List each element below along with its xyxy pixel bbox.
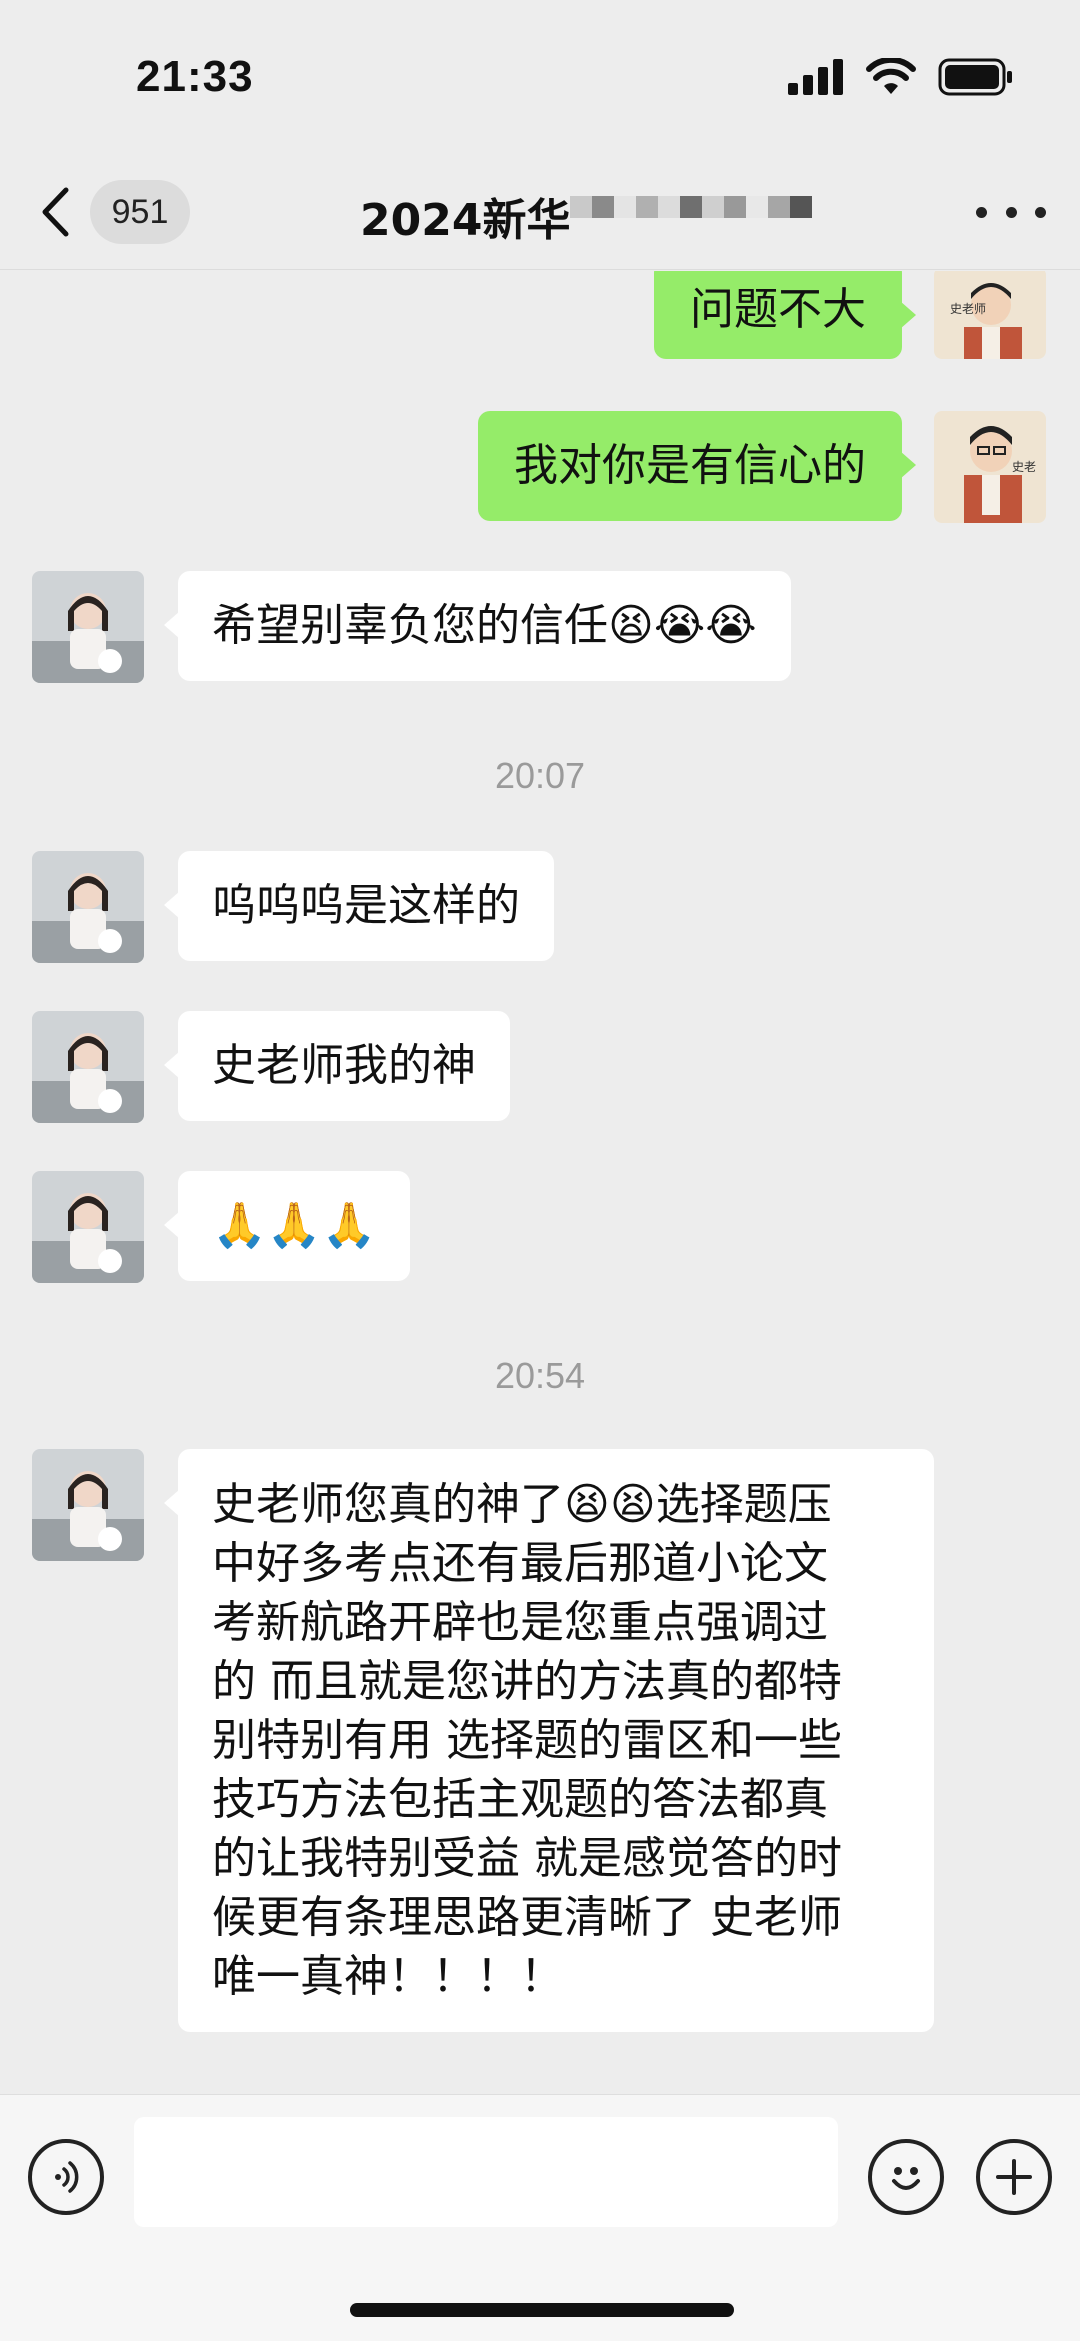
- status-icons: [788, 58, 1014, 96]
- received-message-bubble[interactable]: 呜呜呜是这样的: [164, 851, 554, 961]
- received-message-bubble[interactable]: 希望别辜负您的信任😫😭😭: [164, 571, 791, 681]
- svg-text:史老: 史老: [1012, 460, 1036, 474]
- plus-button[interactable]: [976, 2139, 1052, 2215]
- contact-avatar[interactable]: [32, 1449, 144, 1561]
- avatar-photo: [32, 1449, 144, 1561]
- sent-message-bubble[interactable]: 问题不大: [654, 271, 916, 359]
- back-button[interactable]: [40, 182, 80, 242]
- avatar-photo: [32, 571, 144, 683]
- voice-icon: [55, 2161, 79, 2193]
- contact-avatar[interactable]: [32, 851, 144, 963]
- redaction-mosaic: [570, 196, 812, 218]
- sent-message-bubble[interactable]: 我对你是有信心的: [478, 411, 916, 521]
- my-avatar[interactable]: 史老: [934, 411, 1046, 523]
- chat-header: 951 2024新华: [0, 160, 1080, 270]
- unread-count-badge[interactable]: 951: [90, 180, 190, 244]
- avatar-illustration: 史老师: [934, 271, 1046, 359]
- contact-avatar[interactable]: [32, 1171, 144, 1283]
- received-message-bubble[interactable]: 史老师您真的神了😫😫选择题压 中好多考点还有最后那道小论文 考新航路开辟也是您重…: [164, 1449, 934, 2032]
- more-options-button[interactable]: [976, 192, 1046, 232]
- more-dot: [1035, 206, 1046, 218]
- received-message-bubble[interactable]: 史老师我的神: [164, 1011, 510, 1121]
- contact-avatar[interactable]: [32, 571, 144, 683]
- emoji-icon: [892, 2167, 920, 2190]
- message-timestamp: 20:07: [494, 755, 586, 796]
- avatar-photo: [32, 851, 144, 963]
- chevron-left-icon: [42, 187, 69, 237]
- my-avatar[interactable]: 史老师: [934, 271, 1046, 359]
- plus-icon: [996, 2159, 1032, 2195]
- message-list[interactable]: 问题不大 史老师 我对你是有信心的 史老 希望别辜负您的信任😫😭😭 20:07 …: [0, 271, 1080, 2091]
- svg-text:史老师: 史老师: [950, 302, 986, 316]
- avatar-illustration: 史老: [934, 411, 1046, 523]
- contact-avatar[interactable]: [32, 1011, 144, 1123]
- message-input[interactable]: [134, 2117, 838, 2227]
- status-time: 21:33: [136, 52, 254, 101]
- home-indicator[interactable]: [350, 2303, 734, 2317]
- battery-icon: [938, 58, 1012, 96]
- avatar-photo: [32, 1011, 144, 1123]
- avatar-photo: [32, 1171, 144, 1283]
- more-dot: [1005, 206, 1017, 218]
- signal-icon: [788, 59, 843, 95]
- more-dot: [976, 206, 987, 218]
- chat-title[interactable]: 2024新华: [360, 184, 570, 248]
- received-message-bubble[interactable]: 🙏🙏🙏: [163, 1171, 411, 1281]
- voice-button[interactable]: [28, 2139, 104, 2215]
- status-bar: 21:33: [0, 0, 1080, 160]
- message-timestamp: 20:54: [494, 1355, 586, 1396]
- emoji-button[interactable]: [868, 2139, 944, 2215]
- wifi-icon: [866, 58, 916, 94]
